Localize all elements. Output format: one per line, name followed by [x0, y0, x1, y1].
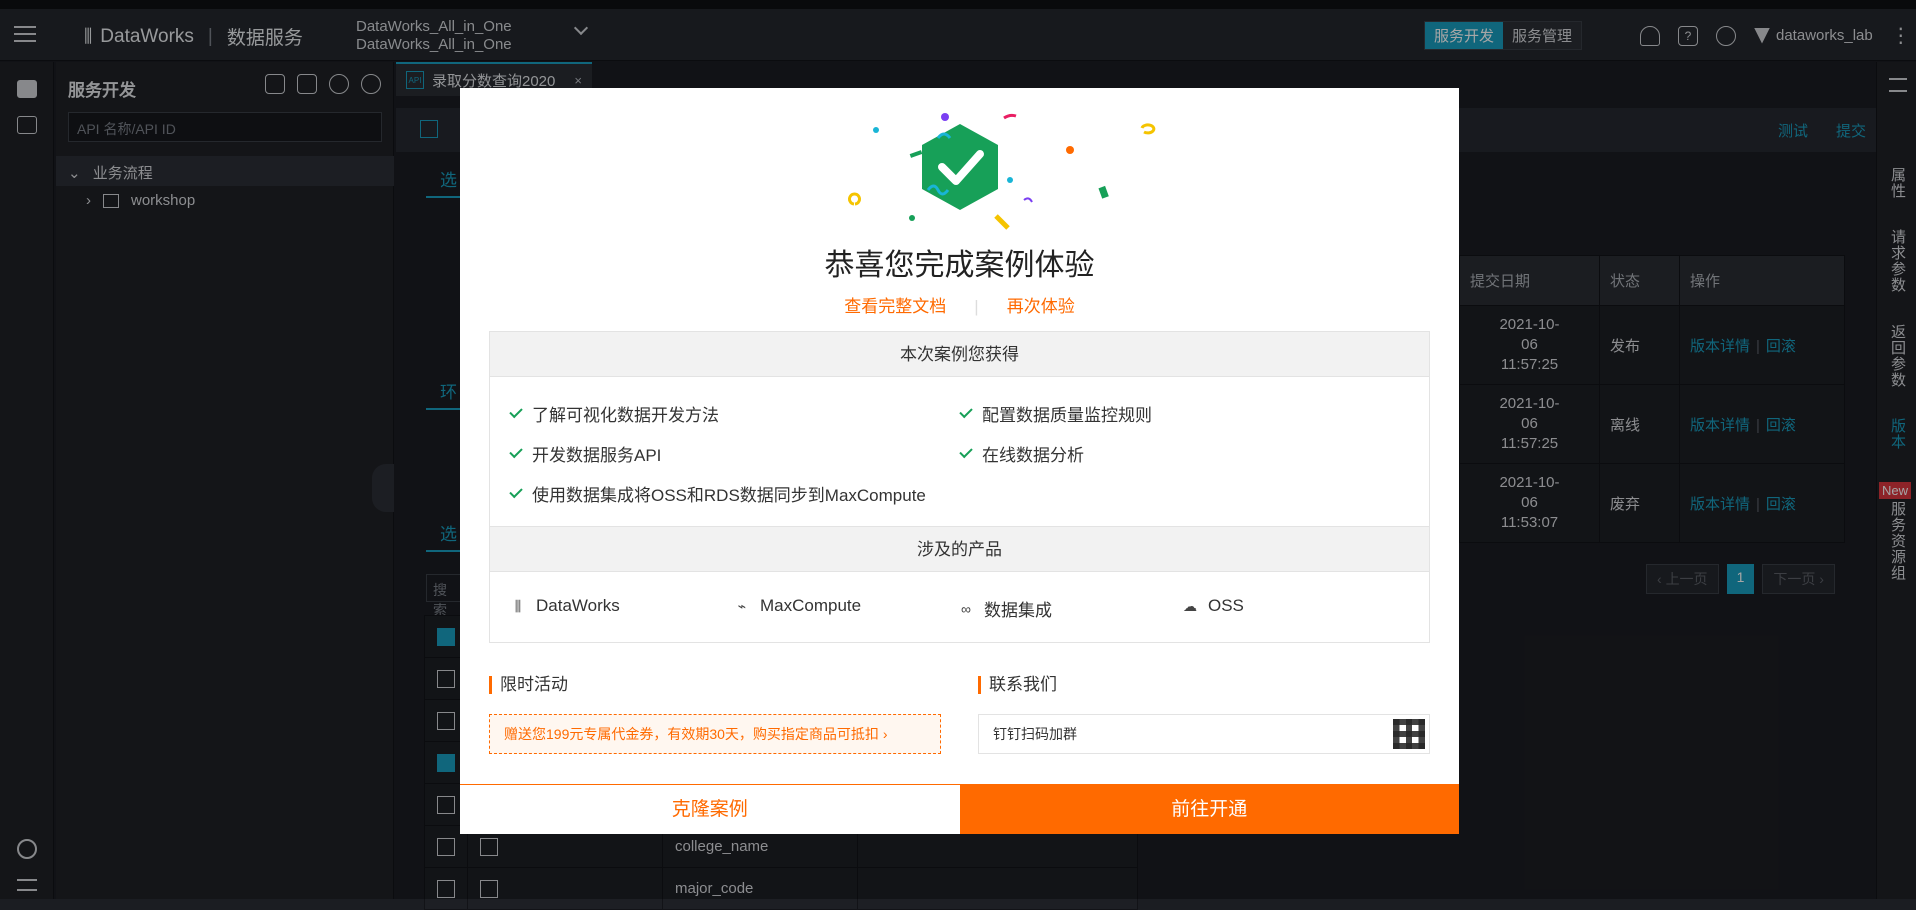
data-integration-icon: ∞ — [961, 600, 971, 617]
check-icon — [509, 484, 523, 499]
products-list: ⫼ DataWorks ⌁ MaxCompute ∞ 数据集成 ☁ OSS — [490, 572, 1429, 642]
check-icon — [959, 404, 973, 419]
maxcompute-icon: ⌁ — [737, 598, 747, 614]
view-docs-link[interactable]: 查看完整文档 — [844, 297, 946, 316]
list-item: 了解可视化数据开发方法 — [509, 401, 719, 426]
check-icon — [509, 444, 523, 459]
check-icon — [959, 444, 973, 459]
gains-header: 本次案例您获得 — [490, 332, 1429, 377]
contact-title: 联系我们 — [978, 676, 1057, 694]
chevron-right-icon: › — [882, 726, 888, 742]
product-item: ⫼ DataWorks — [510, 596, 620, 616]
link-divider: | — [974, 297, 979, 316]
promo-title: 限时活动 — [489, 676, 568, 694]
promo-text: 赠送您199元专属代金券，有效期30天，购买指定商品可抵扣 — [504, 726, 879, 742]
retry-link[interactable]: 再次体验 — [1007, 297, 1075, 316]
list-item: 配置数据质量监控规则 — [959, 401, 1152, 426]
check-icon — [509, 404, 523, 419]
clone-case-button[interactable]: 克隆案例 — [460, 785, 960, 834]
dataworks-icon: ⫼ — [514, 598, 522, 614]
summary-box: 本次案例您获得 了解可视化数据开发方法 配置数据质量监控规则 开发数据服务API… — [489, 331, 1430, 643]
list-item: 开发数据服务API — [509, 441, 661, 466]
product-item: ∞ 数据集成 — [958, 596, 1052, 621]
completion-dialog: 恭喜您完成案例体验 查看完整文档 | 再次体验 本次案例您获得 了解可视化数据开发方… — [460, 88, 1459, 834]
dialog-links: 查看完整文档 | 再次体验 — [460, 292, 1459, 317]
gains-list: 了解可视化数据开发方法 配置数据质量监控规则 开发数据服务API 在线数据分析 … — [490, 377, 1429, 527]
list-item: 在线数据分析 — [959, 441, 1084, 466]
product-item: ⌁ MaxCompute — [734, 596, 861, 616]
dialog-title: 恭喜您完成案例体验 — [824, 249, 1095, 282]
activate-button[interactable]: 前往开通 — [959, 785, 1459, 834]
success-badge-icon — [848, 113, 1156, 230]
products-header: 涉及的产品 — [490, 527, 1429, 572]
product-item: ☁ OSS — [1183, 596, 1244, 615]
qr-code-icon[interactable] — [1393, 719, 1425, 749]
contact-text: 钉钉扫码加群 — [993, 726, 1077, 742]
promo-banner[interactable]: 赠送您199元专属代金券，有效期30天，购买指定商品可抵扣 › — [489, 714, 941, 754]
contact-box: 钉钉扫码加群 — [978, 714, 1430, 754]
list-item: 使用数据集成将OSS和RDS数据同步到MaxCompute — [509, 481, 926, 506]
dialog-footer: 克隆案例 前往开通 — [460, 784, 1459, 834]
oss-cloud-icon: ☁ — [1183, 598, 1197, 614]
